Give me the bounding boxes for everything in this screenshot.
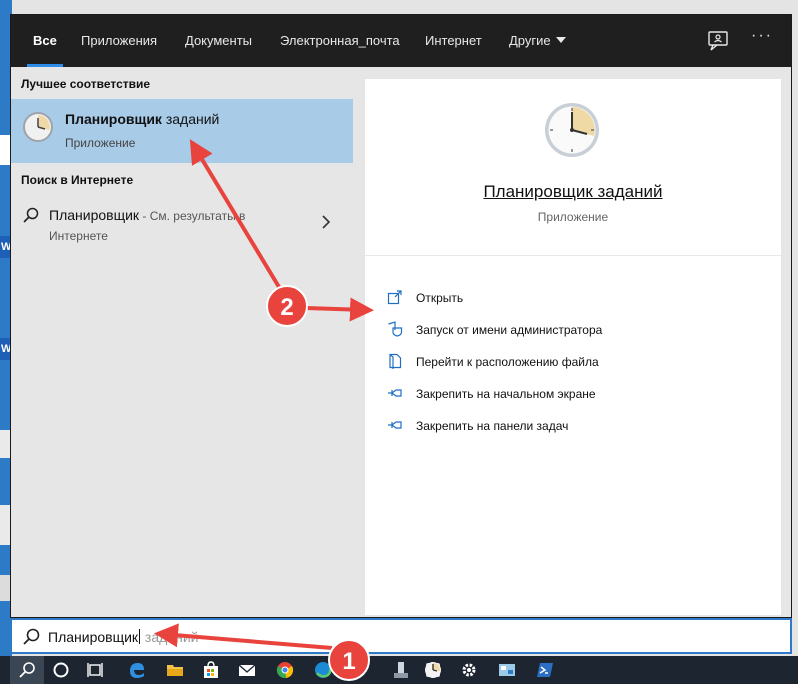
action-open-label: Открыть [416,291,464,305]
edge-chromium-icon [315,662,332,678]
web-result-query: Планировщик [49,207,140,223]
taskbar-store[interactable] [194,656,228,684]
cortana-button[interactable] [44,656,78,684]
web-search-heading: Поиск в Интернете [21,173,134,187]
best-match-title-rest: заданий [161,111,220,127]
taskbar-network-app[interactable] [490,656,524,684]
clock-icon [545,103,599,157]
tab-email[interactable]: Электронная_почта [280,15,400,67]
taskbar [0,656,798,684]
task-view-icon [87,663,103,677]
taskbar-search-box[interactable]: Планировщик заданий [10,618,792,654]
start-search-window: Все Приложения Документы Электронная_поч… [10,14,792,618]
results-list: Лучшее соответствие Планировщик заданий … [11,67,353,617]
tab-web[interactable]: Интернет [425,15,482,67]
taskbar-powershell[interactable] [528,656,562,684]
web-result-hint-line2: Интернете [49,229,108,243]
web-result-hint: - См. результаты в [139,209,246,223]
store-icon [204,661,218,678]
divider [365,255,781,256]
best-match-title: Планировщик заданий [65,111,219,127]
open-icon [387,290,402,305]
chrome-icon [276,662,294,679]
preview-subtitle: Приложение [537,210,609,224]
search-icon [23,628,40,645]
taskbar-mail[interactable] [230,656,264,684]
web-result-text: Планировщик - См. результаты в [49,207,245,223]
app-icon [394,662,408,678]
best-match-result[interactable]: Планировщик заданий Приложение [11,99,353,163]
tab-apps[interactable]: Приложения [81,15,157,67]
tab-more[interactable]: Другие [509,15,566,67]
action-run-as-admin-label: Запуск от имени администратора [416,323,603,337]
clock-icon [425,662,441,678]
taskbar-chrome[interactable] [268,656,302,684]
preview-title[interactable]: Планировщик заданий [365,182,781,202]
best-match-subtitle: Приложение [65,136,136,150]
powershell-icon [537,663,553,677]
text-cursor [139,629,141,644]
feedback-icon[interactable] [707,31,729,51]
search-icon [19,662,35,678]
task-view-button[interactable] [78,656,112,684]
tab-all[interactable]: Все [27,15,63,67]
file-location-icon [389,353,402,369]
best-match-title-bold: Планировщик [65,111,162,127]
pin-icon [388,389,402,397]
chevron-right-icon[interactable] [321,215,331,229]
action-pin-to-start-label: Закрепить на начальном экране [416,387,596,401]
taskbar-task-scheduler[interactable] [416,656,450,684]
file-explorer-icon [167,665,183,676]
search-autocomplete-suggestion: заданий [141,629,199,645]
chevron-down-icon [555,37,566,43]
more-options-icon[interactable]: ··· [751,27,773,45]
action-pin-to-taskbar-label: Закрепить на панели задач [416,419,569,433]
web-search-result[interactable]: Планировщик - См. результаты в Интернете [11,201,353,251]
search-icon [23,207,39,223]
tab-more-label: Другие [509,33,551,48]
clock-icon [23,112,53,142]
taskbar-edge[interactable] [120,656,154,684]
search-typed-text: Планировщик [48,629,139,645]
mail-icon [238,664,256,676]
taskbar-file-explorer[interactable] [158,656,192,684]
cortana-icon [53,662,69,678]
search-input[interactable]: Планировщик заданий [48,629,198,645]
taskbar-edge-chromium[interactable] [306,656,340,684]
shield-icon [388,321,403,337]
preview-pane: Планировщик заданий Приложение Открыть З… [365,79,781,615]
search-tabs-bar: Все Приложения Документы Электронная_поч… [11,15,791,67]
taskbar-search-button[interactable] [10,656,44,684]
pin-icon [388,421,402,429]
edge-icon [130,663,144,678]
action-open-file-location-label: Перейти к расположению файла [416,355,599,369]
settings-icon [462,663,476,677]
network-app-icon [499,664,515,676]
taskbar-app[interactable] [384,656,418,684]
best-match-heading: Лучшее соответствие [21,77,151,91]
taskbar-settings[interactable] [452,656,486,684]
tab-documents[interactable]: Документы [185,15,252,67]
